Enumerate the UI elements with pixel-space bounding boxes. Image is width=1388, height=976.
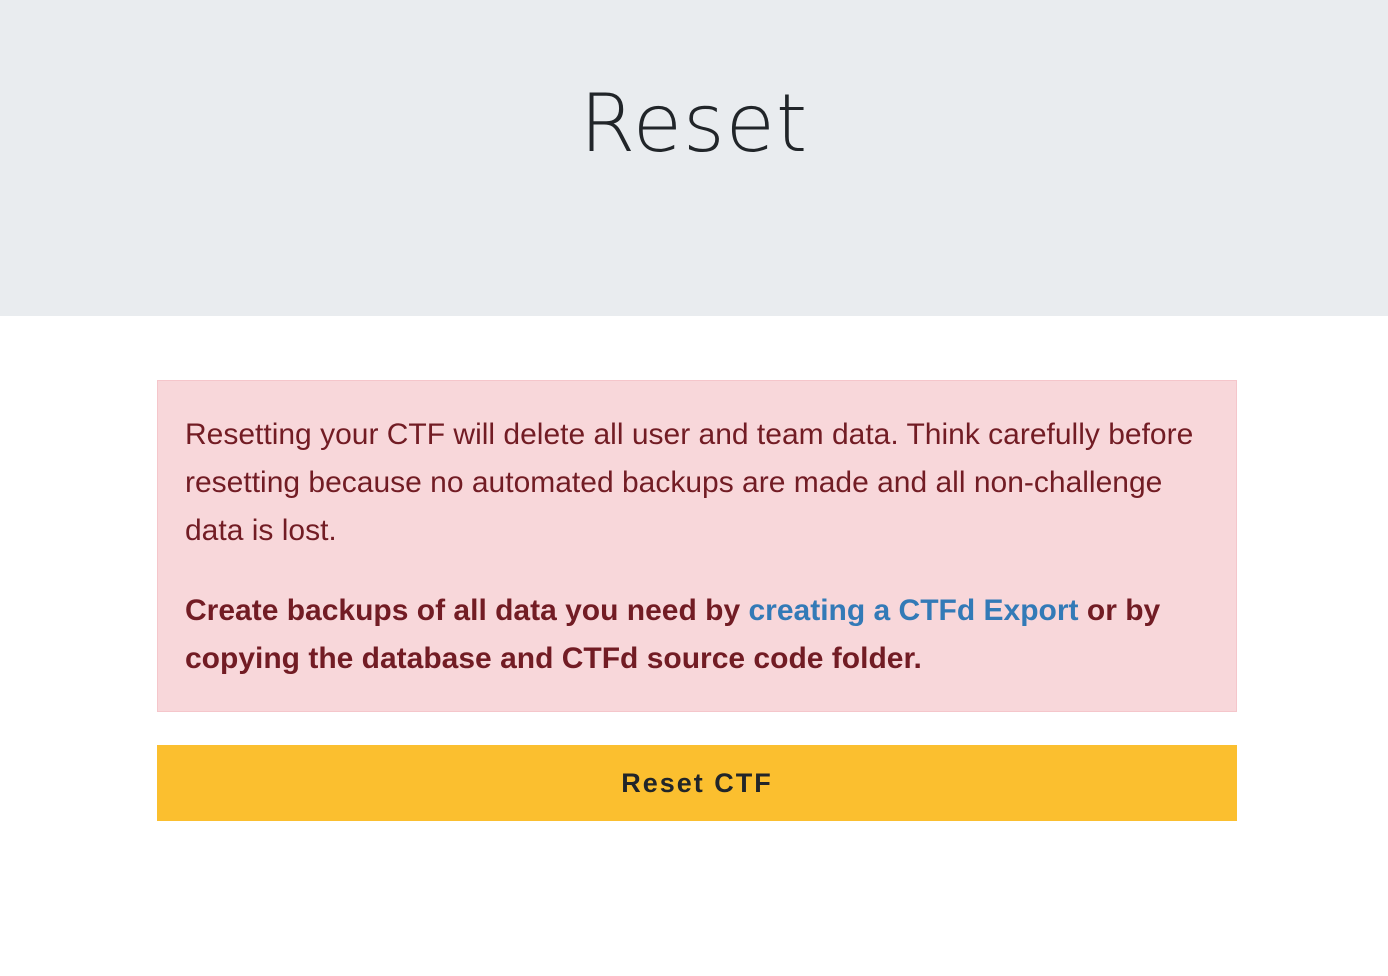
reset-warning-text: Resetting your CTF will delete all user … (185, 418, 1194, 547)
backup-prefix-text: Create backups of all data you need by (185, 594, 749, 627)
danger-alert: Resetting your CTF will delete all user … (157, 380, 1237, 712)
main-content: Resetting your CTF will delete all user … (157, 380, 1237, 821)
ctfd-export-link[interactable]: creating a CTFd Export (749, 594, 1079, 627)
page-title: Reset (579, 77, 809, 170)
backup-advice: Create backups of all data you need by c… (185, 587, 1209, 683)
reset-ctf-button[interactable]: Reset CTF (157, 745, 1237, 821)
page-header: Reset (0, 0, 1388, 316)
